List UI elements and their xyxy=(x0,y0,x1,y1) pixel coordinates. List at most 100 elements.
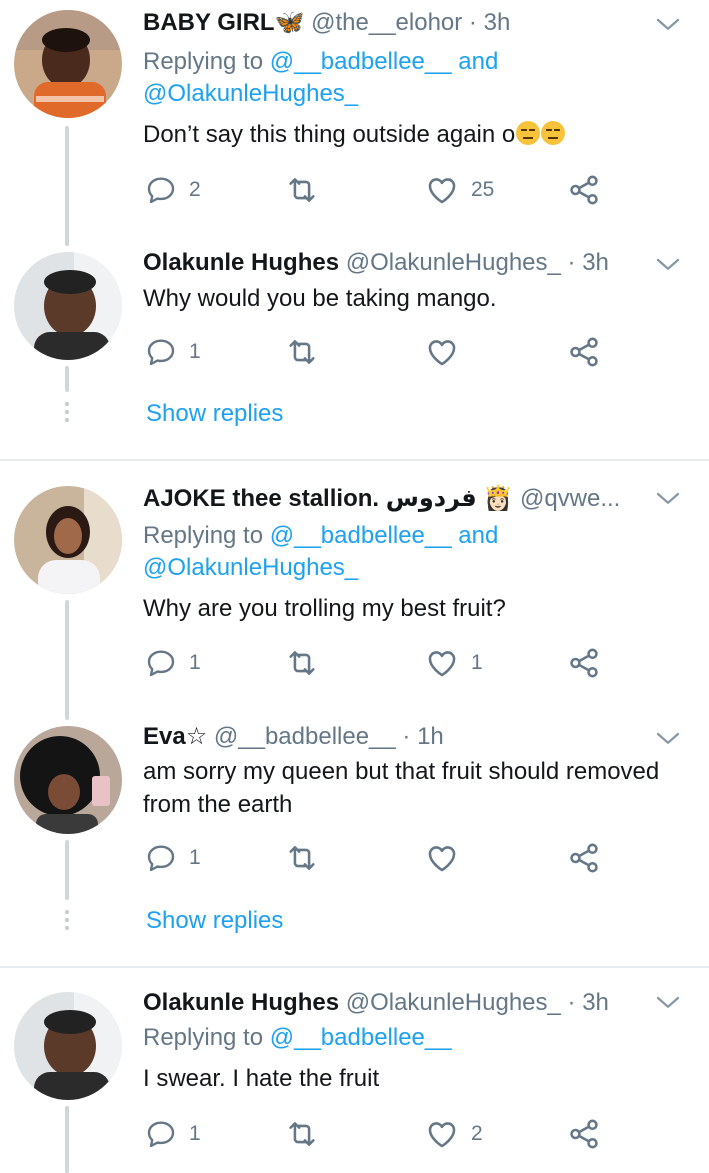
retweet-icon xyxy=(285,841,319,875)
reply-button[interactable]: 1 xyxy=(145,643,201,683)
tweet-header: AJOKE thee stallion. فردوس 👸🏻 @qvwe... ·… xyxy=(143,482,629,516)
retweet-button[interactable] xyxy=(285,170,331,210)
retweet-icon xyxy=(285,646,319,680)
like-button[interactable]: 1 xyxy=(425,643,483,683)
share-button[interactable] xyxy=(567,838,601,878)
tweet-header: Olakunle Hughes @OlakunleHughes_ · 3h xyxy=(143,986,629,1020)
speech-bubble-icon xyxy=(145,336,177,368)
speech-bubble-icon xyxy=(145,174,177,206)
like-button[interactable] xyxy=(425,838,471,878)
display-name[interactable]: AJOKE thee stallion. فردوس 👸🏻 xyxy=(143,485,513,512)
speech-bubble-icon xyxy=(145,647,177,679)
chevron-down-icon[interactable] xyxy=(653,250,683,280)
display-name[interactable]: Olakunle Hughes xyxy=(143,249,339,276)
tweet-header: Eva☆ @__badbellee__ · 1h xyxy=(143,720,629,754)
replying-prefix: Replying to xyxy=(143,48,270,75)
show-replies-link[interactable]: Show replies xyxy=(146,400,283,428)
chevron-down-icon[interactable] xyxy=(653,988,683,1018)
retweet-button[interactable] xyxy=(285,1114,331,1154)
handle-time[interactable]: @__badbellee__ · 1h xyxy=(214,723,444,750)
avatar[interactable] xyxy=(14,992,122,1100)
thread-divider xyxy=(0,459,709,461)
like-button[interactable]: 25 xyxy=(425,170,494,210)
avatar[interactable] xyxy=(14,10,122,118)
replying-to: Replying to @__badbellee__ xyxy=(143,1022,669,1054)
replying-prefix: Replying to xyxy=(143,522,270,549)
handle-time[interactable]: @the__elohor · 3h xyxy=(311,9,510,36)
retweet-icon xyxy=(285,173,319,207)
reply-button[interactable]: 1 xyxy=(145,838,201,878)
unamused-face-emoji xyxy=(541,121,566,145)
reply-button[interactable]: 1 xyxy=(145,1114,201,1154)
handle-time[interactable]: @OlakunleHughes_ · 3h xyxy=(346,249,609,276)
thread-line xyxy=(65,366,69,392)
share-icon xyxy=(567,841,601,875)
heart-icon xyxy=(425,1117,459,1151)
avatar[interactable] xyxy=(14,252,122,360)
tweet-actions: 1 xyxy=(143,838,613,878)
share-icon xyxy=(567,646,601,680)
tweet-body: Don’t say this thing outside again o xyxy=(143,121,516,148)
reply-button[interactable]: 1 xyxy=(145,332,201,372)
like-button[interactable] xyxy=(425,332,471,372)
like-count: 2 xyxy=(471,1122,483,1145)
replying-to: Replying to @__badbellee__ and @Olakunle… xyxy=(143,520,669,584)
tweet-text: Don’t say this thing outside again o xyxy=(143,118,681,151)
show-replies-link[interactable]: Show replies xyxy=(146,907,283,935)
thread-divider xyxy=(0,966,709,968)
tweet-body: am sorry my queen but that fruit should … xyxy=(143,758,660,818)
tweet-actions: 1 xyxy=(143,332,613,372)
handle-time[interactable]: @OlakunleHughes_ · 3h xyxy=(346,989,609,1016)
mention-link[interactable]: @OlakunleHughes_ xyxy=(143,554,358,581)
heart-icon xyxy=(425,335,459,369)
share-button[interactable] xyxy=(567,332,601,372)
avatar[interactable] xyxy=(14,726,122,834)
handle-time[interactable]: @qvwe... · 1h xyxy=(520,485,629,512)
chevron-down-icon[interactable] xyxy=(653,484,683,514)
heart-icon xyxy=(425,646,459,680)
tweet-text: I swear. I hate the fruit xyxy=(143,1062,681,1095)
like-button[interactable]: 2 xyxy=(425,1114,483,1154)
chevron-down-icon[interactable] xyxy=(653,724,683,754)
tweet-text: Why are you trolling my best fruit? xyxy=(143,592,681,625)
thread-line xyxy=(65,600,69,720)
reply-button[interactable]: 2 xyxy=(145,170,201,210)
share-button[interactable] xyxy=(567,1114,601,1154)
display-name[interactable]: Eva☆ xyxy=(143,723,207,750)
thread-more-dots xyxy=(63,910,71,934)
retweet-icon xyxy=(285,1117,319,1151)
mention-link[interactable]: @__badbellee__ and xyxy=(270,522,499,549)
share-icon xyxy=(567,173,601,207)
reply-count: 1 xyxy=(189,340,201,363)
display-name[interactable]: Olakunle Hughes xyxy=(143,989,339,1016)
tweet-header: BABY GIRL🦋 @the__elohor · 3h xyxy=(143,6,629,40)
thread-line xyxy=(65,126,69,246)
tweet-actions: 1 2 xyxy=(143,1114,613,1154)
tweet-body: I swear. I hate the fruit xyxy=(143,1065,380,1092)
thread-line xyxy=(65,1106,69,1173)
mention-link[interactable]: @OlakunleHughes_ xyxy=(143,80,358,107)
share-icon xyxy=(567,1117,601,1151)
chevron-down-icon[interactable] xyxy=(653,10,683,40)
replying-prefix: Replying to xyxy=(143,1024,270,1051)
retweet-button[interactable] xyxy=(285,332,331,372)
speech-bubble-icon xyxy=(145,842,177,874)
tweet-actions: 2 25 xyxy=(143,170,613,210)
display-name[interactable]: BABY GIRL🦋 xyxy=(143,9,304,36)
share-button[interactable] xyxy=(567,170,601,210)
retweet-button[interactable] xyxy=(285,643,331,683)
avatar[interactable] xyxy=(14,486,122,594)
tweet-header: Olakunle Hughes @OlakunleHughes_ · 3h xyxy=(143,246,629,280)
like-count: 25 xyxy=(471,178,495,201)
heart-icon xyxy=(425,173,459,207)
mention-link[interactable]: @__badbellee__ and xyxy=(270,48,499,75)
reply-count: 1 xyxy=(189,846,201,869)
replying-to: Replying to @__badbellee__ and @Olakunle… xyxy=(143,46,669,110)
retweet-button[interactable] xyxy=(285,838,331,878)
tweet-actions: 1 1 xyxy=(143,643,613,683)
tweet-text: Why would you be taking mango. xyxy=(143,282,681,315)
mention-link[interactable]: @__badbellee__ xyxy=(270,1024,452,1051)
like-count: 1 xyxy=(471,651,483,674)
share-button[interactable] xyxy=(567,643,601,683)
tweet-body: Why would you be taking mango. xyxy=(143,285,497,312)
